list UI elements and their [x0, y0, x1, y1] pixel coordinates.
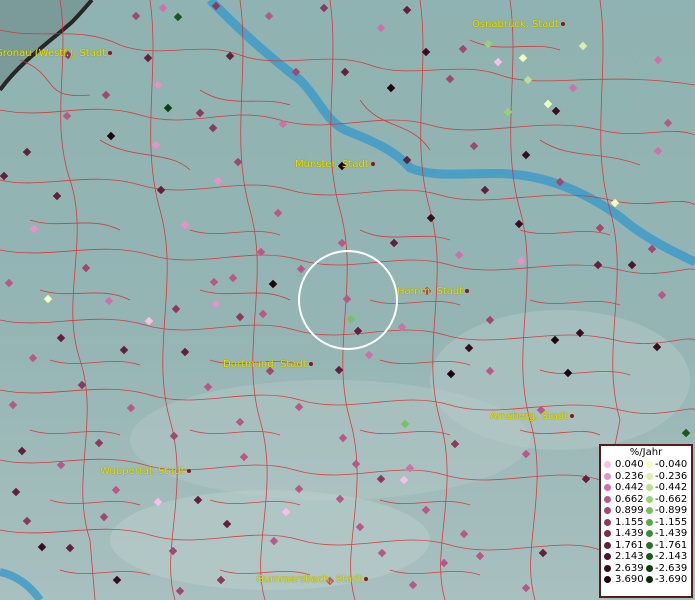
legend-row: 0.899 -0.899: [601, 505, 691, 517]
legend-value-positive: 1.155: [615, 516, 644, 528]
legend-swatch-negative: [646, 507, 653, 514]
legend-swatch-positive: [604, 484, 611, 491]
legend-swatch-negative: [646, 541, 653, 549]
city-label-hamm: Hamm, Stadt: [397, 286, 470, 297]
legend-swatch-negative: [646, 530, 653, 537]
legend-value-negative: -0.899: [655, 505, 688, 516]
map-legend: %/Jahr 0.040 -0.040 0.236 -0.236 0.442 -0.442…: [599, 444, 693, 598]
legend-swatch-positive: [604, 461, 611, 468]
legend-value-positive: 0.040: [615, 459, 644, 470]
legend-value-negative: -2.143: [655, 551, 688, 562]
city-label-arnsberg: Arnsberg, Stadt: [490, 411, 575, 422]
city-label-gummersbach: Gummersbach, Stadt: [256, 574, 369, 585]
legend-value-positive: 0.442: [615, 482, 644, 493]
legend-row: 0.442 -0.442: [601, 482, 691, 494]
legend-swatch-positive: [604, 518, 611, 526]
legend-value-positive: 1.439: [615, 528, 644, 539]
map-view[interactable]: Gronau (Westf.), Stadt Osnabrück, Stadt …: [0, 0, 695, 600]
legend-swatch-negative: [646, 484, 653, 491]
legend-swatch-negative: [646, 576, 653, 583]
legend-row: 2.639 -2.639: [601, 563, 691, 575]
legend-value-positive: 2.143: [615, 551, 644, 562]
legend-swatch-negative: [646, 495, 653, 503]
legend-value-positive: 0.236: [615, 470, 644, 482]
legend-value-negative: -2.639: [655, 562, 688, 574]
legend-swatch-negative: [646, 564, 653, 572]
legend-swatch-positive: [604, 576, 611, 583]
legend-swatch-positive: [604, 507, 611, 514]
legend-value-positive: 1.761: [615, 539, 644, 551]
legend-value-negative: -0.662: [655, 493, 688, 505]
legend-swatch-negative: [646, 553, 653, 560]
legend-swatch-negative: [646, 472, 653, 480]
legend-value-positive: 0.899: [615, 505, 644, 516]
map-base: [0, 0, 695, 600]
legend-swatch-positive: [604, 472, 611, 480]
legend-value-negative: -0.236: [655, 470, 688, 482]
legend-value-positive: 2.639: [615, 562, 644, 574]
city-label-osnabrueck: Osnabrück, Stadt: [472, 19, 565, 30]
legend-value-positive: 0.662: [615, 493, 644, 505]
legend-swatch-negative: [646, 461, 653, 468]
legend-row: 1.155 -1.155: [601, 517, 691, 529]
legend-swatch-positive: [604, 564, 611, 572]
city-label-gronau: Gronau (Westf.), Stadt: [0, 48, 113, 59]
legend-swatch-positive: [604, 530, 611, 537]
legend-row: 2.143 -2.143: [601, 551, 691, 563]
legend-title: %/Jahr: [629, 447, 663, 458]
legend-value-negative: -1.155: [655, 516, 688, 528]
legend-value-negative: -0.442: [655, 482, 688, 493]
legend-row: 1.439 -1.439: [601, 528, 691, 540]
legend-swatch-negative: [646, 518, 653, 526]
legend-row: 0.236 -0.236: [601, 471, 691, 483]
legend-value-negative: -1.761: [655, 539, 688, 551]
legend-row: 0.662 -0.662: [601, 494, 691, 506]
legend-value-negative: -0.040: [655, 459, 688, 470]
legend-swatch-positive: [604, 553, 611, 560]
legend-row: 1.761 -1.761: [601, 540, 691, 552]
legend-value-negative: -3.690: [655, 574, 688, 585]
legend-value-positive: 3.690: [615, 574, 644, 585]
legend-swatch-positive: [604, 495, 611, 503]
legend-row: 0.040 -0.040: [601, 459, 691, 471]
city-label-dortmund: Dortmund, Stadt: [223, 359, 313, 370]
legend-swatch-positive: [604, 541, 611, 549]
legend-row: 3.690 -3.690: [601, 574, 691, 586]
city-label-wuppertal: Wuppertal, Stadt: [100, 466, 191, 477]
legend-value-negative: -1.439: [655, 528, 688, 539]
city-label-muenster: Münster, Stadt: [295, 159, 375, 170]
